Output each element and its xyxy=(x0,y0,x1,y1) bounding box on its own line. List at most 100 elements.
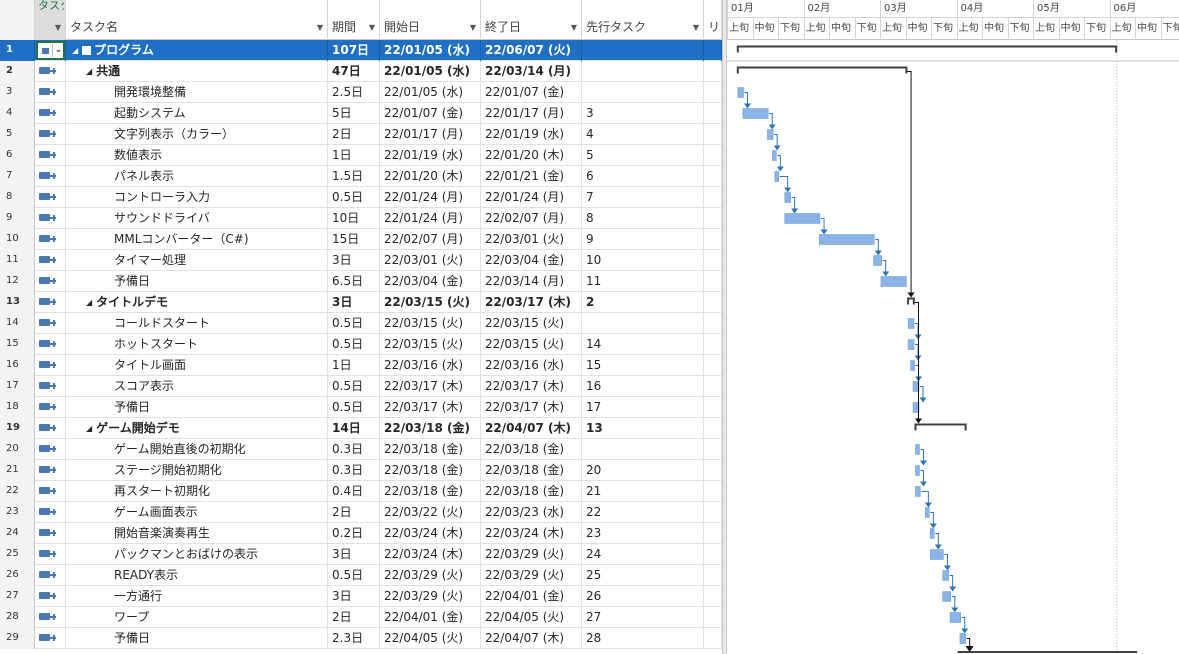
task-finish-date[interactable]: 22/03/17 (木) xyxy=(481,376,582,397)
task-resource[interactable] xyxy=(704,40,722,61)
task-mode-cell[interactable] xyxy=(35,628,66,649)
task-start-date[interactable]: 22/03/29 (火) xyxy=(380,586,481,607)
task-row[interactable]: 15 ホットスタート 0.5日 22/03/15 (火) 22/03/15 (火) 14 xyxy=(0,334,722,355)
task-mode-cell[interactable] xyxy=(35,418,66,439)
col-header-duration[interactable]: 期間 ▼ xyxy=(328,0,380,40)
task-resource[interactable] xyxy=(704,355,722,376)
task-name-cell[interactable]: コントローラ入力 xyxy=(66,187,328,208)
task-bar[interactable] xyxy=(959,633,966,644)
task-predecessors[interactable]: 22 xyxy=(582,502,704,523)
task-start-date[interactable]: 22/03/18 (金) xyxy=(380,439,481,460)
row-number[interactable]: 9 xyxy=(0,208,35,229)
row-number[interactable]: 19 xyxy=(0,418,35,439)
chevron-down-icon[interactable]: ▼ xyxy=(470,23,476,32)
task-finish-date[interactable]: 22/01/21 (金) xyxy=(481,166,582,187)
task-resource[interactable] xyxy=(704,481,722,502)
task-finish-date[interactable]: 22/04/05 (火) xyxy=(481,607,582,628)
task-start-date[interactable]: 22/03/01 (火) xyxy=(380,250,481,271)
task-row[interactable]: 8 コントローラ入力 0.5日 22/01/24 (月) 22/01/24 (月) 7 xyxy=(0,187,722,208)
col-header-mode[interactable]: タスクモード▼ xyxy=(35,0,66,40)
task-duration[interactable]: 2.5日 xyxy=(328,82,380,103)
task-predecessors[interactable] xyxy=(582,313,704,334)
task-mode-cell[interactable] xyxy=(35,208,66,229)
row-number[interactable]: 6 xyxy=(0,145,35,166)
task-duration[interactable]: 3日 xyxy=(328,586,380,607)
task-bar[interactable] xyxy=(767,129,774,140)
task-name-cell[interactable]: パネル表示 xyxy=(66,166,328,187)
task-name-cell[interactable]: 予備日 xyxy=(66,397,328,418)
task-bar[interactable] xyxy=(873,255,882,266)
task-row[interactable]: 4 起動システム 5日 22/01/07 (金) 22/01/17 (月) 3 xyxy=(0,103,722,124)
task-duration[interactable]: 0.4日 xyxy=(328,481,380,502)
task-start-date[interactable]: 22/03/17 (木) xyxy=(380,376,481,397)
task-start-date[interactable]: 22/03/16 (水) xyxy=(380,355,481,376)
task-mode-cell[interactable] xyxy=(35,187,66,208)
task-bar[interactable] xyxy=(930,549,944,560)
task-predecessors[interactable]: 6 xyxy=(582,166,704,187)
row-number[interactable]: 29 xyxy=(0,628,35,649)
task-mode-cell[interactable] xyxy=(35,376,66,397)
summary-task-row[interactable]: 2 ◢ 共通 47日 22/01/05 (水) 22/03/14 (月) xyxy=(0,61,722,82)
task-predecessors[interactable]: 13 xyxy=(582,418,704,439)
task-resource[interactable] xyxy=(704,460,722,481)
task-resource[interactable] xyxy=(704,187,722,208)
row-number[interactable]: 8 xyxy=(0,187,35,208)
task-name-cell[interactable]: 開発環境整備 xyxy=(66,82,328,103)
task-duration[interactable]: 2.3日 xyxy=(328,628,380,649)
task-name-cell[interactable]: ホットスタート xyxy=(66,334,328,355)
task-mode-cell[interactable] xyxy=(35,502,66,523)
task-start-date[interactable]: 22/03/24 (木) xyxy=(380,523,481,544)
task-row[interactable]: 10 MMLコンバーター（C#) 15日 22/02/07 (月) 22/03/01 (… xyxy=(0,229,722,250)
task-duration[interactable]: 10日 xyxy=(328,208,380,229)
task-mode-cell[interactable] xyxy=(35,229,66,250)
task-name-cell[interactable]: 開始音楽演奏再生 xyxy=(66,523,328,544)
task-predecessors[interactable]: 2 xyxy=(582,292,704,313)
col-header-start[interactable]: 開始日 ▼ xyxy=(380,0,481,40)
row-number[interactable]: 10 xyxy=(0,229,35,250)
task-bar[interactable] xyxy=(907,318,915,329)
task-mode-cell[interactable] xyxy=(35,523,66,544)
task-name-cell[interactable]: 文字列表示（カラー） xyxy=(66,124,328,145)
task-start-date[interactable]: 22/03/04 (金) xyxy=(380,271,481,292)
task-start-date[interactable]: 22/03/15 (火) xyxy=(380,334,481,355)
task-bar[interactable] xyxy=(772,150,777,161)
task-resource[interactable] xyxy=(704,103,722,124)
task-finish-date[interactable]: 22/03/15 (火) xyxy=(481,334,582,355)
task-mode-cell[interactable] xyxy=(35,355,66,376)
collapse-triangle-icon[interactable]: ◢ xyxy=(86,419,92,439)
col-header-resource[interactable]: リ xyxy=(704,0,722,40)
task-predecessors[interactable]: 16 xyxy=(582,376,704,397)
task-name-cell[interactable]: ◢ タイトルデモ xyxy=(66,292,328,313)
task-finish-date[interactable]: 22/03/24 (木) xyxy=(481,523,582,544)
task-resource[interactable] xyxy=(704,166,722,187)
task-resource[interactable] xyxy=(704,502,722,523)
task-bar[interactable] xyxy=(915,486,921,497)
task-finish-date[interactable]: 22/02/07 (月) xyxy=(481,208,582,229)
task-predecessors[interactable]: 14 xyxy=(582,334,704,355)
task-predecessors[interactable]: 11 xyxy=(582,271,704,292)
task-finish-date[interactable]: 22/03/23 (水) xyxy=(481,502,582,523)
task-resource[interactable] xyxy=(704,313,722,334)
task-name-cell[interactable]: ステージ開始初期化 xyxy=(66,460,328,481)
task-start-date[interactable]: 22/01/05 (水) xyxy=(380,40,481,61)
task-resource[interactable] xyxy=(704,586,722,607)
task-bar[interactable] xyxy=(880,276,907,287)
task-duration[interactable]: 0.3日 xyxy=(328,439,380,460)
task-resource[interactable] xyxy=(704,292,722,313)
collapse-triangle-icon[interactable]: ◢ xyxy=(72,41,78,61)
task-start-date[interactable]: 22/01/05 (水) xyxy=(380,61,481,82)
row-number[interactable]: 7 xyxy=(0,166,35,187)
task-mode-cell[interactable] xyxy=(35,145,66,166)
task-bar[interactable] xyxy=(915,465,920,476)
task-finish-date[interactable]: 22/03/29 (火) xyxy=(481,565,582,586)
task-name-cell[interactable]: 予備日 xyxy=(66,628,328,649)
task-bar[interactable] xyxy=(784,213,821,224)
task-duration[interactable]: 0.5日 xyxy=(328,397,380,418)
task-mode-cell[interactable] xyxy=(35,103,66,124)
task-row[interactable]: 6 数値表示 1日 22/01/19 (水) 22/01/20 (木) 5 xyxy=(0,145,722,166)
task-name-cell[interactable]: ゲーム開始直後の初期化 xyxy=(66,439,328,460)
collapse-triangle-icon[interactable]: ◢ xyxy=(86,293,92,313)
task-predecessors[interactable]: 15 xyxy=(582,355,704,376)
task-duration[interactable]: 0.5日 xyxy=(328,376,380,397)
task-row[interactable]: 24 開始音楽演奏再生 0.2日 22/03/24 (木) 22/03/24 (木) 23 xyxy=(0,523,722,544)
